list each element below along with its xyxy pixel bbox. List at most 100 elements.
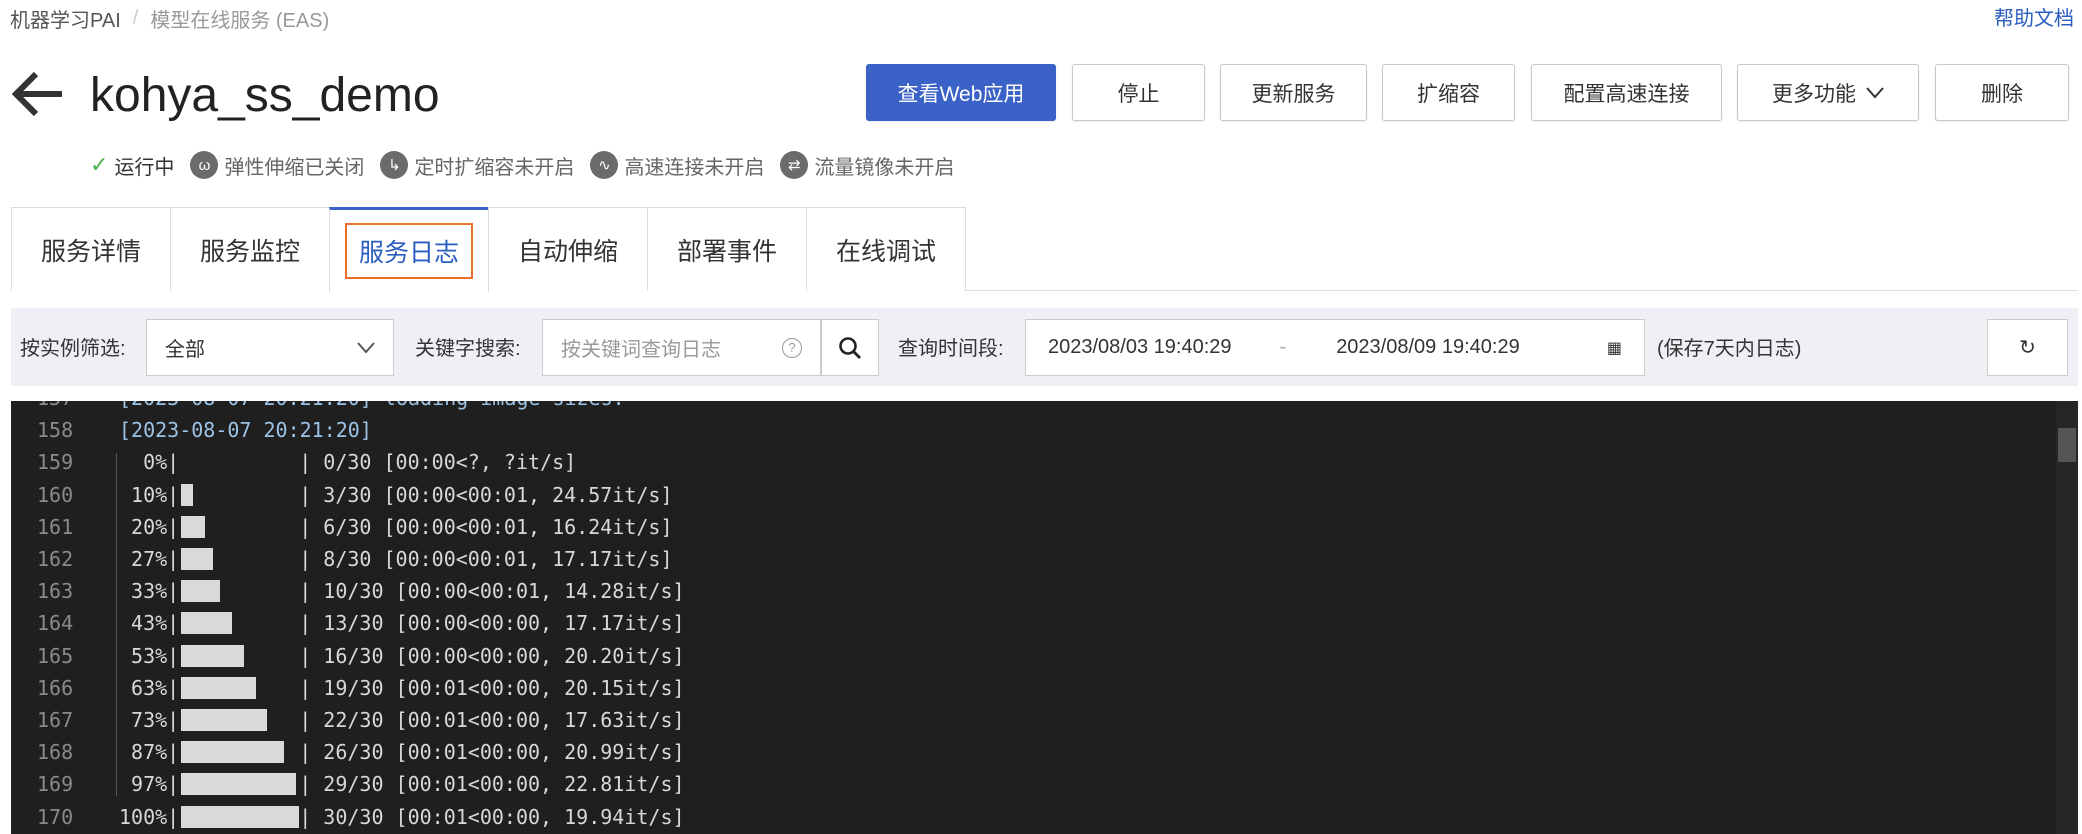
line-number: 159: [37, 450, 74, 475]
tab-service-monitoring[interactable]: 服务监控: [170, 207, 330, 291]
bar-pipe: |: [167, 772, 180, 797]
progress-stats: 0/30 [00:00<?, ?it/s]: [311, 450, 577, 475]
progress-percent: 10%: [119, 482, 168, 507]
bar-pipe: |: [167, 707, 180, 732]
progress-stats: 8/30 [00:00<00:01, 17.17it/s]: [311, 547, 673, 572]
instance-filter-label: 按实例筛选:: [20, 338, 126, 360]
line-number: 167: [37, 707, 74, 732]
progress-bar: [179, 611, 299, 635]
progress-percent: 0%: [119, 450, 168, 475]
log-scrollbar[interactable]: [2056, 401, 2078, 834]
log-line: 163 33% | | 10/30 [00:00<00:01, 14.28it/s]: [11, 575, 2078, 607]
chevron-down-icon: [1866, 86, 1884, 99]
status-traffic-mirror: 流量镜像未开启: [814, 156, 955, 179]
log-line: 159 0% | | 0/30 [00:00<?, ?it/s]: [11, 446, 2078, 478]
keyword-placeholder: 按关键词查询日志: [561, 339, 721, 361]
log-line: 165 53% | | 16/30 [00:00<00:00, 20.20it/s]: [11, 640, 2078, 672]
calendar-icon: ▦: [1606, 339, 1622, 357]
tab-label: 自动伸缩: [517, 237, 618, 266]
progress-bar: [179, 450, 299, 474]
instance-select[interactable]: 全部: [146, 319, 394, 376]
stop-button[interactable]: 停止: [1072, 64, 1205, 121]
scrollbar-thumb[interactable]: [2058, 428, 2076, 462]
bar-pipe: |: [299, 514, 312, 539]
back-arrow-icon[interactable]: [10, 68, 66, 120]
help-docs-link[interactable]: 帮助文档: [1994, 2, 2074, 31]
configure-fast-connection-button[interactable]: 配置高速连接: [1531, 64, 1722, 121]
delete-button[interactable]: 删除: [1935, 64, 2069, 121]
bar-pipe: |: [299, 707, 312, 732]
line-number: 170: [37, 804, 74, 829]
more-functions-dropdown[interactable]: 更多功能: [1737, 64, 1919, 121]
tab-label: 在线调试: [835, 237, 936, 266]
line-number: 161: [37, 514, 74, 539]
line-number: 165: [37, 643, 74, 668]
retention-note: (保存7天内日志): [1657, 338, 1802, 360]
progress-percent: 43%: [119, 611, 168, 636]
bar-pipe: |: [167, 611, 180, 636]
tab-online-debug[interactable]: 在线调试: [806, 207, 966, 291]
bar-pipe: |: [167, 482, 180, 507]
help-question-icon[interactable]: ?: [782, 337, 802, 358]
tab-service-logs[interactable]: 服务日志: [329, 207, 489, 292]
bar-pipe: |: [299, 675, 312, 700]
line-number: 164: [37, 611, 74, 636]
progress-percent: 53%: [119, 643, 168, 668]
line-number: 157: [11, 401, 119, 410]
log-viewer[interactable]: 157[2023-08-07 20:21:20] loading image s…: [11, 401, 2078, 834]
tab-label: 服务监控: [199, 237, 300, 266]
log-line: 170 100% | | 30/30 [00:01<00:00, 19.94it/s]: [11, 800, 2078, 832]
progress-stats: 10/30 [00:00<00:01, 14.28it/s]: [311, 579, 685, 604]
tab-service-details[interactable]: 服务详情: [11, 207, 171, 291]
line-number: 160: [37, 482, 74, 507]
log-line: 164 43% | | 13/30 [00:00<00:00, 17.17it/s]: [11, 607, 2078, 639]
progress-bar-fill: [181, 483, 194, 506]
bar-pipe: |: [299, 643, 312, 668]
autoscale-icon: ω: [190, 151, 219, 179]
progress-bar-fill: [181, 773, 296, 796]
log-line: 160 10% | | 3/30 [00:00<00:01, 24.57it/s]: [11, 479, 2078, 511]
keyword-search-input[interactable]: 按关键词查询日志 ?: [542, 319, 821, 376]
bar-pipe: |: [299, 547, 312, 572]
status-autoscale: 弹性伸缩已关闭: [224, 156, 365, 179]
progress-stats: 26/30 [00:01<00:00, 20.99it/s]: [311, 740, 685, 765]
bar-pipe: |: [167, 579, 180, 604]
refresh-button[interactable]: ↻: [1987, 319, 2068, 376]
progress-bar: [179, 805, 300, 829]
search-button[interactable]: [821, 319, 879, 376]
indent-guide: [116, 453, 117, 796]
breadcrumb: 机器学习PAI / 模型在线服务 (EAS): [10, 4, 329, 33]
view-web-app-button[interactable]: 查看Web应用: [866, 64, 1056, 121]
breadcrumb-pai[interactable]: 机器学习PAI: [10, 4, 121, 33]
log-line: 162 27% | | 8/30 [00:00<00:01, 17.17it/s]: [11, 543, 2078, 575]
progress-bar-fill: [181, 548, 214, 571]
update-service-button[interactable]: 更新服务: [1220, 64, 1367, 121]
scale-button[interactable]: 扩缩容: [1382, 64, 1515, 121]
line-number: 163: [37, 579, 74, 604]
status-row: ✓ 运行中 ω 弹性伸缩已关闭 ↳ 定时扩缩容未开启 ∿ 高速连接未开启 ⇄ 流量镜像未开…: [90, 150, 964, 180]
keyword-search-label: 关键字搜索:: [415, 338, 521, 360]
progress-percent: 63%: [119, 675, 168, 700]
progress-bar-fill: [181, 612, 232, 635]
progress-percent: 20%: [119, 514, 168, 539]
refresh-icon: ↻: [2019, 337, 2036, 359]
progress-bar: [179, 676, 299, 700]
progress-bar: [179, 740, 299, 764]
timer-icon: ↳: [380, 151, 409, 179]
tab-label: 服务日志: [344, 223, 473, 279]
status-running: 运行中: [114, 156, 175, 179]
progress-stats: 13/30 [00:00<00:00, 17.17it/s]: [311, 611, 685, 636]
time-range-picker[interactable]: 2023/08/03 19:40:29 - 2023/08/09 19:40:2…: [1025, 319, 1645, 376]
bar-pipe: |: [299, 450, 312, 475]
tab-autoscaling[interactable]: 自动伸缩: [488, 207, 648, 291]
tab-label: 服务详情: [40, 237, 141, 266]
progress-bar-fill: [181, 805, 300, 828]
bar-pipe: |: [167, 450, 180, 475]
progress-bar-fill: [181, 676, 256, 699]
tab-deploy-events[interactable]: 部署事件: [647, 207, 807, 291]
page-title: kohya_ss_demo: [90, 69, 440, 122]
range-separator: -: [1279, 336, 1287, 358]
progress-bar-fill: [181, 708, 268, 731]
progress-stats: 19/30 [00:01<00:00, 20.15it/s]: [311, 675, 685, 700]
end-time: 2023/08/09 19:40:29: [1336, 336, 1520, 358]
